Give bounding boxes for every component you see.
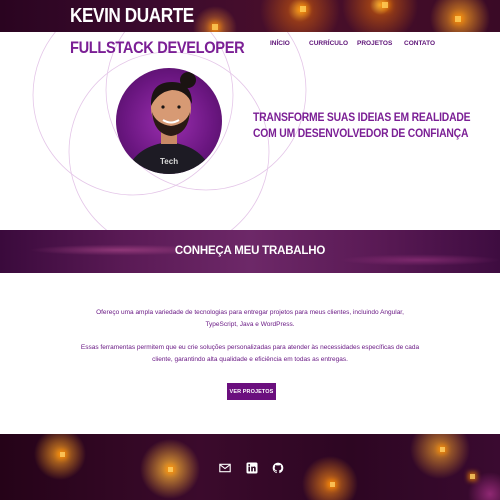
work-section-banner: CONHEÇA MEU TRABALHO (0, 230, 500, 273)
circuit-light (300, 6, 306, 12)
circuit-light (470, 474, 475, 479)
circuit-light (60, 452, 65, 457)
details-paragraph: Essas ferramentas permitem que eu crie s… (80, 344, 420, 363)
intro-paragraph: Ofereço uma ampla variedade de tecnologi… (96, 309, 404, 328)
nav-item-inicio[interactable]: INÍCIO (270, 40, 290, 47)
tagline-line: TRANSFORME SUAS IDEIAS EM REALIDADE (253, 112, 471, 124)
circuit-light (455, 16, 461, 22)
view-projects-button[interactable]: VER PROJETOS (227, 383, 276, 400)
nav-item-curriculo[interactable]: CURRÍCULO (309, 40, 348, 47)
hero-tagline: TRANSFORME SUAS IDEIAS EM REALIDADE COM … (253, 110, 471, 142)
profile-photo: Tech (126, 72, 212, 174)
hero-section: FULLSTACK DEVELOPER INÍCIO CURRÍCULO PRO… (0, 32, 500, 230)
shirt-print: Tech (160, 157, 178, 166)
circuit-light (382, 2, 388, 8)
circuit-light (168, 467, 173, 472)
email-icon[interactable] (219, 461, 231, 473)
linkedin-icon[interactable] (246, 461, 258, 474)
role-title: FULLSTACK DEVELOPER (70, 38, 245, 57)
github-icon[interactable] (272, 461, 284, 474)
avatar: Tech (116, 68, 222, 174)
nav-item-contato[interactable]: CONTATO (404, 40, 435, 47)
tagline-line: COM UM DESENVOLVEDOR DE CONFIANÇA (253, 128, 469, 140)
brand-name: KEVIN DUARTE (70, 5, 194, 27)
nav-item-projetos[interactable]: PROJETOS (357, 40, 392, 47)
footer (0, 434, 500, 500)
circuit-light (330, 482, 335, 487)
about-section: Ofereço uma ampla variedade de tecnologi… (0, 273, 500, 434)
circuit-light (440, 447, 445, 452)
circuit-light (212, 24, 218, 30)
top-banner: KEVIN DUARTE (0, 0, 500, 32)
section-heading: CONHEÇA MEU TRABALHO (174, 245, 326, 257)
